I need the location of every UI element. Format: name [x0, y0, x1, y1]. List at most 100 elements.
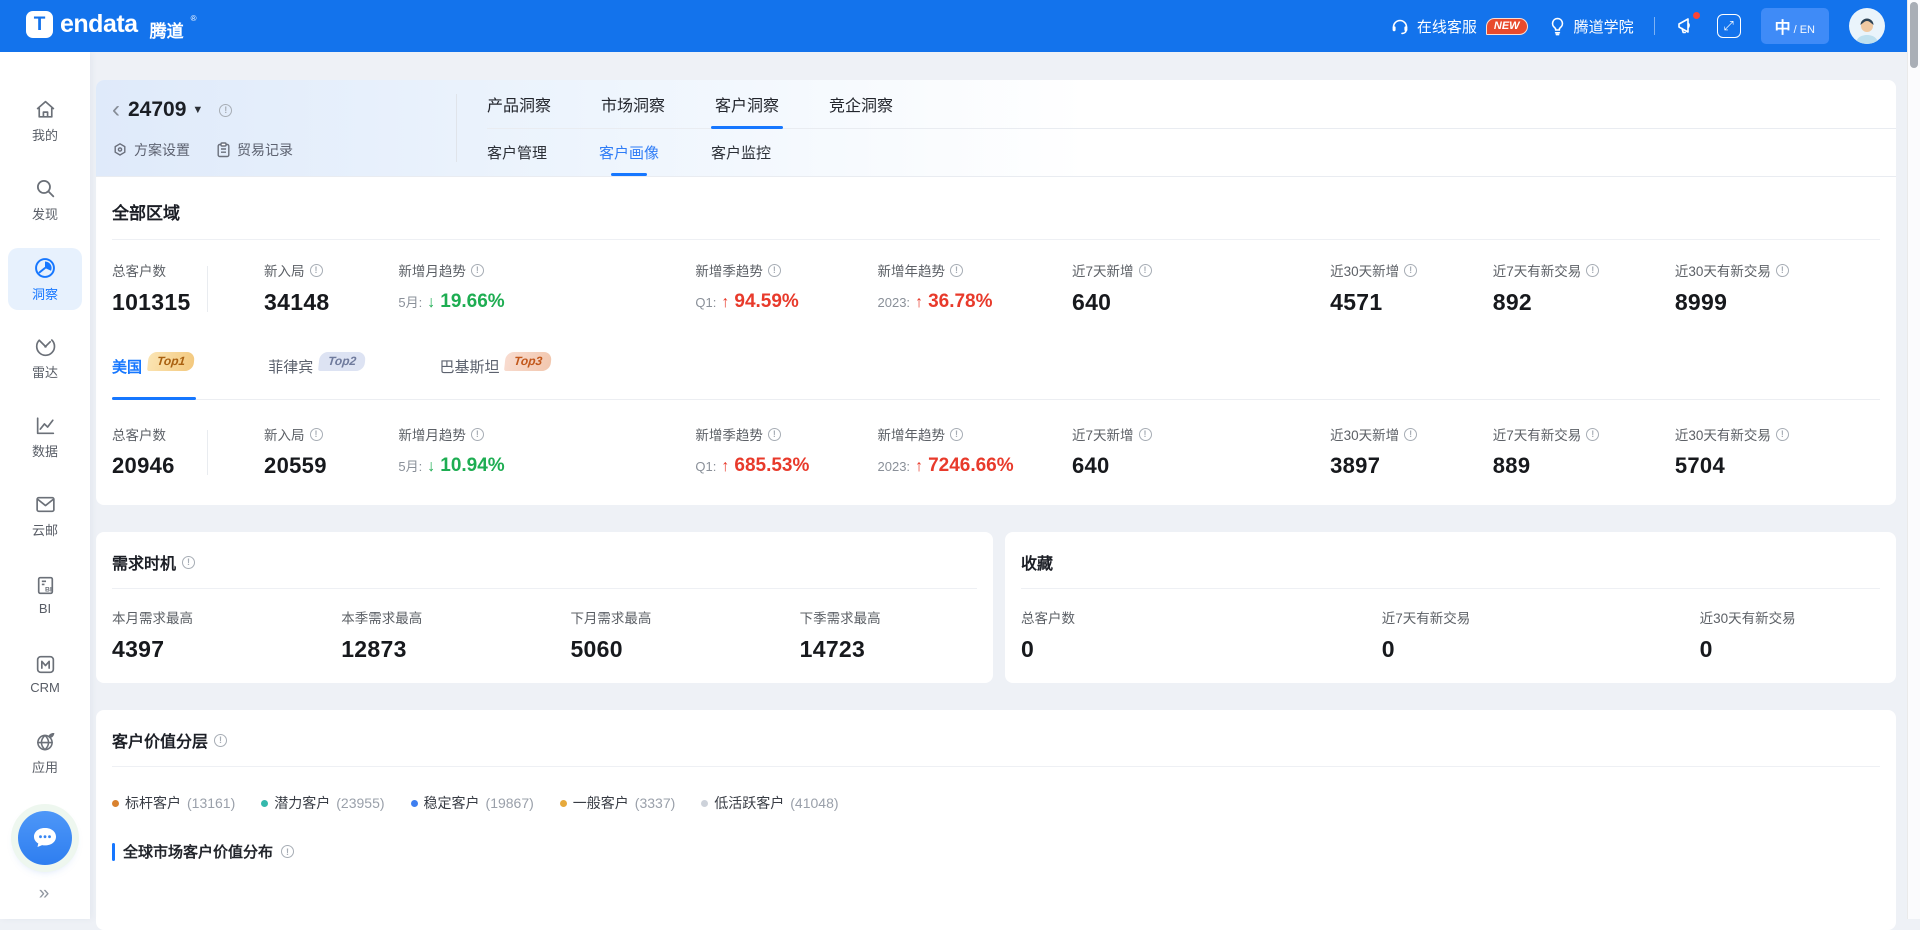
announcements-button[interactable] — [1675, 15, 1697, 37]
favorites-title: 收藏 — [1021, 550, 1880, 574]
info-icon[interactable]: ! — [1404, 428, 1417, 441]
arrow-up-icon: ↑ — [915, 294, 923, 312]
academy-link[interactable]: 腾道学院 — [1548, 16, 1634, 37]
info-icon[interactable]: ! — [182, 556, 195, 569]
trade-records-link[interactable]: 贸易记录 — [216, 140, 293, 160]
info-icon[interactable]: ! — [310, 264, 323, 277]
sidebar-item-label: 发现 — [32, 204, 58, 223]
tendata-logo[interactable]: T endata 腾道 ® — [26, 10, 197, 42]
sidebar-item-crm[interactable]: CRM — [8, 643, 82, 705]
topbar: T endata 腾道 ® 在线客服 NEW — [0, 0, 1907, 52]
country-tab-usa[interactable]: 美国 Top1 — [112, 346, 194, 399]
sidebar-item-radar[interactable]: 雷达 — [8, 327, 82, 389]
info-icon[interactable]: ! — [1586, 428, 1599, 441]
favorites-card: 收藏 总客户数 0 近7天有新交易 0 近30天有新交易 0 — [1005, 532, 1896, 683]
tab-customer-management[interactable]: 客户管理 — [487, 129, 547, 176]
sidebar-item-label: 我的 — [32, 125, 58, 144]
sidebar-item-data[interactable]: 数据 — [8, 406, 82, 468]
info-icon[interactable]: ! — [950, 264, 963, 277]
top2-badge: Top2 — [318, 352, 366, 371]
country-tab-pakistan[interactable]: 巴基斯坦 Top3 — [439, 346, 551, 399]
back-icon[interactable]: ‹ — [112, 100, 120, 120]
main-content: ‹ 24709 ▼ ! 方案设置 — [96, 80, 1896, 930]
logo-word: endata — [60, 10, 138, 39]
academy-label: 腾道学院 — [1574, 16, 1634, 37]
info-icon[interactable]: ! — [471, 264, 484, 277]
divider — [1021, 588, 1880, 589]
legend-potential-customers[interactable]: 潜力客户 (23955) — [261, 793, 384, 813]
all-region-stats-row: 总客户数 101315 新入局! 34148 新增月趋势! 5月:↓19.66%… — [112, 260, 1880, 316]
sidebar-item-insight[interactable]: 洞察 — [8, 248, 82, 310]
info-icon[interactable]: ! — [768, 264, 781, 277]
info-icon[interactable]: ! — [281, 845, 294, 858]
info-icon[interactable]: ! — [471, 428, 484, 441]
chat-fab-button[interactable] — [18, 811, 72, 865]
info-icon[interactable]: ! — [1776, 264, 1789, 277]
info-icon[interactable]: ! — [310, 428, 323, 441]
plan-settings-link[interactable]: 方案设置 — [112, 140, 190, 160]
tab-market-insight[interactable]: 市场洞察 — [601, 80, 665, 128]
sidebar-item-mine[interactable]: 我的 — [8, 90, 82, 152]
chevron-down-icon[interactable]: ▼ — [192, 104, 203, 116]
info-icon[interactable]: ! — [1776, 428, 1789, 441]
stat-fav-total: 总客户数 0 — [1021, 607, 1382, 663]
legend-dot — [701, 800, 708, 807]
online-service-label: 在线客服 — [1417, 16, 1477, 37]
language-switch[interactable]: 中 / EN — [1761, 8, 1829, 44]
legend-general-customers[interactable]: 一般客户 (3337) — [560, 793, 675, 813]
fullscreen-button[interactable]: ⤢ — [1717, 14, 1741, 38]
info-icon[interactable]: ! — [219, 104, 232, 117]
info-icon[interactable]: ! — [1139, 428, 1152, 441]
legend-dot — [560, 800, 567, 807]
sidebar-expand-icon[interactable]: » — [39, 883, 52, 905]
user-avatar[interactable] — [1849, 8, 1885, 44]
country-stats-row: 总客户数 20946 新入局! 20559 新增月趋势! 5月:↓10.94% … — [112, 424, 1880, 479]
tab-product-insight[interactable]: 产品洞察 — [487, 80, 551, 128]
legend-low-activity-customers[interactable]: 低活跃客户 (41048) — [701, 793, 838, 813]
tab-customer-insight[interactable]: 客户洞察 — [715, 80, 779, 128]
legend-stable-customers[interactable]: 稳定客户 (19867) — [411, 793, 534, 813]
notification-dot — [1693, 12, 1700, 19]
arrow-down-icon: ↓ — [427, 458, 435, 476]
info-icon[interactable]: ! — [1139, 264, 1152, 277]
tab-customer-profile[interactable]: 客户画像 — [599, 129, 659, 176]
page-scrollbar[interactable] — [1907, 0, 1920, 919]
plan-settings-label: 方案设置 — [134, 140, 190, 160]
lightbulb-icon — [1548, 16, 1567, 36]
line-chart-icon — [34, 414, 57, 437]
logo-mark-icon: T — [26, 11, 53, 38]
online-service-link[interactable]: 在线客服 NEW — [1390, 16, 1528, 37]
logo-registered-mark: ® — [191, 14, 197, 23]
legend-dot — [112, 800, 119, 807]
globe-leaf-icon — [34, 730, 57, 753]
top3-badge: Top3 — [504, 352, 552, 371]
info-icon[interactable]: ! — [768, 428, 781, 441]
tab-competitor-insight[interactable]: 竞企洞察 — [829, 80, 893, 128]
legend-benchmark-customers[interactable]: 标杆客户 (13161) — [112, 793, 235, 813]
info-icon[interactable]: ! — [214, 734, 227, 747]
stat-quarterly-trend: 新增季趋势! Q1:↑94.59% — [695, 260, 877, 316]
stat-new-entrants: 新入局! 34148 — [264, 260, 398, 316]
info-icon[interactable]: ! — [1404, 264, 1417, 277]
stat-monthly-trend: 新增月趋势! 5月:↓10.94% — [398, 424, 695, 479]
info-icon[interactable]: ! — [950, 428, 963, 441]
scrollbar-thumb[interactable] — [1910, 2, 1918, 68]
plan-id[interactable]: 24709 — [128, 98, 186, 122]
stat-fav-trade-7days: 近7天有新交易 0 — [1382, 607, 1700, 663]
sidebar-item-mail[interactable]: 云邮 — [8, 485, 82, 547]
sidebar-item-discover[interactable]: 发现 — [8, 169, 82, 231]
sidebar-item-bi[interactable]: BI BI — [8, 564, 82, 626]
sidebar-item-label: BI — [39, 601, 51, 616]
svg-text:BI: BI — [44, 586, 51, 593]
stat-quarterly-trend: 新增季趋势! Q1:↑685.53% — [695, 424, 877, 479]
stat-trade-30days: 近30天有新交易! 8999 — [1675, 260, 1880, 316]
logo-cn: 腾道 — [150, 17, 184, 42]
page-header: ‹ 24709 ▼ ! 方案设置 — [96, 80, 1896, 177]
divider — [112, 588, 977, 589]
heading-accent-bar — [112, 843, 115, 861]
all-region-title: 全部区域 — [112, 199, 1880, 224]
info-icon[interactable]: ! — [1586, 264, 1599, 277]
tab-customer-monitoring[interactable]: 客户监控 — [711, 129, 771, 176]
sidebar-item-apps[interactable]: 应用 — [8, 722, 82, 784]
country-tab-philippines[interactable]: 菲律宾 Top2 — [268, 346, 365, 399]
